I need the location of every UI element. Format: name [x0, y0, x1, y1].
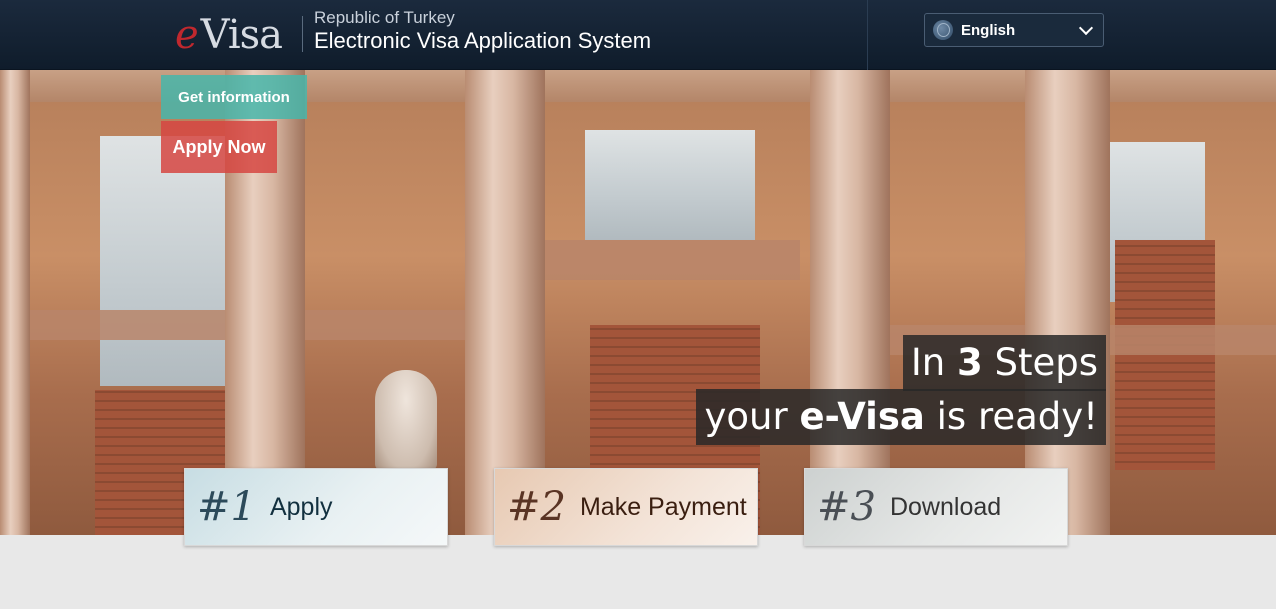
hero-column [810, 70, 890, 535]
step-download-button[interactable]: #3 Download [804, 468, 1068, 546]
logo-separator [302, 16, 303, 52]
hero-column [1025, 70, 1110, 535]
hero-sky [585, 130, 755, 240]
tagline-text: In [910, 341, 957, 384]
evisa-logo[interactable]: e Visa [175, 10, 283, 60]
step-number: #3 [817, 484, 876, 530]
tagline-bold: e-Visa [799, 395, 925, 438]
hero-beam [540, 240, 800, 280]
site-main-title: Electronic Visa Application System [314, 28, 652, 53]
step-number: #2 [507, 484, 566, 530]
step-label: Make Payment [579, 492, 747, 521]
language-select[interactable]: English [924, 13, 1104, 47]
step-make-payment-button[interactable]: #2 Make Payment [494, 468, 758, 546]
tagline-text: your [704, 395, 800, 438]
hero-brick-wall [1115, 240, 1215, 470]
tagline-line-2: your e-Visa is ready! [696, 389, 1106, 445]
step-label: Apply [269, 492, 333, 521]
site-title: Republic of Turkey Electronic Visa Appli… [314, 8, 651, 54]
logo-e-letter: e [175, 12, 199, 58]
logo-visa-text: Visa [200, 12, 283, 58]
step-label: Download [889, 492, 1002, 521]
hero-sky [100, 136, 245, 386]
step-number: #1 [197, 484, 256, 530]
chevron-down-icon [1078, 20, 1094, 35]
hero-column [465, 70, 545, 535]
language-selected-value: English [961, 21, 1016, 39]
tagline-text: Steps [982, 341, 1098, 384]
step-apply-button[interactable]: #1 Apply [184, 468, 448, 546]
hero-banner: Get information Apply Now In 3 Steps you… [0, 70, 1276, 535]
get-information-button[interactable]: Get information [161, 75, 307, 119]
tagline-bold: 3 [956, 341, 983, 384]
header-divider [867, 0, 868, 70]
hero-statue [375, 370, 437, 470]
tagline-text: is ready! [924, 395, 1098, 438]
site-header: e Visa Republic of Turkey Electronic Vis… [0, 0, 1276, 70]
site-subtitle: Republic of Turkey [314, 8, 455, 27]
hero-column [0, 70, 30, 535]
tagline-line-1: In 3 Steps [902, 335, 1106, 391]
page-footer-area [0, 535, 1276, 609]
globe-icon [933, 20, 953, 40]
apply-now-button[interactable]: Apply Now [161, 121, 277, 173]
